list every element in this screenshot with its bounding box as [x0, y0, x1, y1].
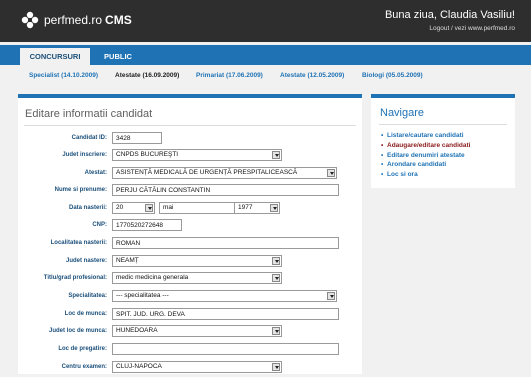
centru-examen-select[interactable]: CLUJ-NAPOCA — [112, 361, 282, 373]
field-label: Judet inscriere: — [62, 152, 107, 158]
product-name: CMS — [105, 13, 132, 27]
atestat-select[interactable]: ASISTENȚĂ MEDICALĂ DE URGENȚĂ PRESPITALI… — [112, 167, 337, 179]
select-value: --- specialitatea --- — [116, 292, 169, 299]
field-titlu-grad: Titlu/grad profesional: medic medicina g… — [18, 272, 362, 288]
field-label: Titlu/grad profesional: — [43, 275, 107, 281]
select-value: 20 — [116, 204, 124, 211]
field-judet-nastere: Judet nastere: NEAMȚ — [18, 255, 362, 271]
navigation-title: Navigare — [380, 107, 425, 119]
select-value: HUNEDOARA — [116, 327, 158, 334]
titlu-grad-select[interactable]: medic medicina generala — [112, 272, 282, 284]
dropdown-arrow-icon[interactable] — [145, 204, 153, 212]
field-label: Centru examen: — [61, 364, 107, 370]
dropdown-arrow-icon[interactable] — [272, 257, 280, 265]
dropdown-arrow-icon[interactable] — [327, 169, 335, 177]
subnav-atestate-current[interactable]: Atestate (16.09.2009) — [115, 72, 179, 79]
field-specialitatea: Specialitatea: --- specialitatea --- — [18, 290, 362, 306]
subnav-specialist[interactable]: Specialist (14.10.2009) — [29, 72, 98, 79]
cnp-input[interactable]: 1770520272648 — [112, 219, 182, 231]
field-cnp: CNP: 1770520272648 — [18, 219, 362, 235]
main-tab-bar: CONCURSURI PUBLIC — [0, 45, 531, 65]
loc-pregatire-input[interactable] — [112, 343, 339, 355]
nav-item-listare[interactable]: • Listare/cautare candidati — [381, 132, 464, 139]
dropdown-arrow-icon[interactable] — [270, 204, 278, 212]
subnav-biologi[interactable]: Biologi (05.05.2009) — [362, 72, 423, 79]
judet-loc-munca-select[interactable]: HUNEDOARA — [112, 325, 282, 337]
birth-year-select[interactable]: 1977 — [234, 202, 280, 214]
logo[interactable]: perfmed.ro CMS — [20, 9, 132, 31]
nav-item-loc-ora[interactable]: • Loc si ora — [381, 171, 418, 178]
field-judet-loc-munca: Judet loc de munca: HUNEDOARA — [18, 325, 362, 341]
field-nume-prenume: Nume si prenume: PERJU CĂTĂLIN CONSTANTI… — [18, 184, 362, 200]
nav-item-label: Loc si ora — [387, 171, 418, 178]
page-title: Editare informatii candidat — [25, 108, 153, 120]
flower-logo-icon — [21, 11, 39, 29]
candidat-id-input[interactable]: 3428 — [112, 132, 162, 144]
field-label: Loc de pregatire: — [58, 346, 107, 352]
navigation-panel: Navigare • Listare/cautare candidati • Ada… — [371, 94, 515, 188]
nav-item-label: Adaugare/editare candidati — [387, 142, 471, 149]
select-value: 1977 — [238, 204, 253, 211]
dropdown-arrow-icon[interactable] — [272, 327, 280, 335]
nav-item-editare-atestate[interactable]: • Editare denumiri atestate — [381, 152, 465, 159]
nav-item-label: Arondare candidati — [387, 161, 447, 168]
field-centru-examen: Centru examen: CLUJ-NAPOCA — [18, 361, 362, 377]
birth-month-select[interactable]: mai — [159, 202, 244, 214]
field-label: Specialitatea: — [68, 293, 107, 299]
logout-link[interactable]: Logout / vezi www.perfmed.ro — [429, 25, 515, 32]
user-greeting: Buna ziua, Claudia Vasiliu! — [384, 9, 515, 21]
select-value: CLUJ-NAPOCA — [116, 363, 162, 370]
field-label: Candidat ID: — [71, 135, 107, 141]
divider — [24, 125, 356, 126]
field-label: Judet nastere: — [65, 258, 107, 264]
nav-item-adaugare[interactable]: • Adaugare/editare candidati — [381, 142, 470, 149]
judet-inscriere-select[interactable]: CNPDS BUCUREŞTI — [112, 149, 282, 161]
field-label: Judet loc de munca: — [48, 328, 107, 334]
tab-concursuri[interactable]: CONCURSURI — [20, 48, 90, 65]
dropdown-arrow-icon[interactable] — [327, 292, 335, 300]
select-value: CNPDS BUCUREŞTI — [116, 151, 179, 158]
field-label: Atestat: — [84, 170, 107, 176]
select-value: NEAMȚ — [116, 257, 139, 264]
field-label: Nume si prenume: — [54, 187, 107, 193]
subnav-primariat[interactable]: Primariat (17.06.2009) — [196, 72, 263, 79]
nume-prenume-input[interactable]: PERJU CĂTĂLIN CONSTANTIN — [112, 184, 339, 196]
field-atestat: Atestat: ASISTENȚĂ MEDICALĂ DE URGENȚĂ P… — [18, 167, 362, 183]
specialitatea-select[interactable]: --- specialitatea --- — [112, 290, 337, 302]
select-value: mai — [163, 204, 174, 211]
subnav-atestate[interactable]: Atestate (12.05.2009) — [280, 72, 344, 79]
field-label: Localitatea nasterii: — [50, 240, 107, 246]
nav-item-label: Editare denumiri atestate — [387, 152, 465, 159]
nav-item-arondare[interactable]: • Arondare candidati — [381, 161, 446, 168]
field-judet-inscriere: Judet inscriere: CNPDS BUCUREŞTI — [18, 149, 362, 165]
app-header: perfmed.ro CMS Buna ziua, Claudia Vasili… — [0, 0, 531, 42]
field-label: CNP: — [92, 222, 107, 228]
tab-public[interactable]: PUBLIC — [98, 48, 138, 65]
field-label: Data nasterii: — [68, 205, 107, 211]
field-localitatea-nasterii: Localitatea nasterii: ROMAN — [18, 237, 362, 253]
birth-day-select[interactable]: 20 — [112, 202, 155, 214]
field-loc-de-munca: Loc de munca: SPIT. JUD. URG. DEVA — [18, 308, 362, 324]
localitatea-nasterii-input[interactable]: ROMAN — [112, 237, 339, 249]
divider — [379, 124, 507, 125]
judet-nastere-select[interactable]: NEAMȚ — [112, 255, 282, 267]
loc-de-munca-input[interactable]: SPIT. JUD. URG. DEVA — [112, 308, 339, 320]
brand-name: perfmed.ro — [44, 13, 103, 27]
nav-item-label: Listare/cautare candidati — [387, 132, 464, 139]
field-loc-pregatire: Loc de pregatire: — [18, 343, 362, 359]
select-value: medic medicina generala — [116, 274, 189, 281]
candidate-form-panel: Editare informatii candidat Candidat ID:… — [18, 94, 362, 374]
dropdown-arrow-icon[interactable] — [272, 274, 280, 282]
field-candidat-id: Candidat ID: 3428 — [18, 132, 362, 148]
field-label: Loc de munca: — [64, 311, 107, 317]
field-data-nasterii: Data nasterii: 20 mai 1977 — [18, 202, 362, 218]
select-value: ASISTENȚĂ MEDICALĂ DE URGENȚĂ PRESPITALI… — [116, 169, 298, 176]
dropdown-arrow-icon[interactable] — [272, 151, 280, 159]
